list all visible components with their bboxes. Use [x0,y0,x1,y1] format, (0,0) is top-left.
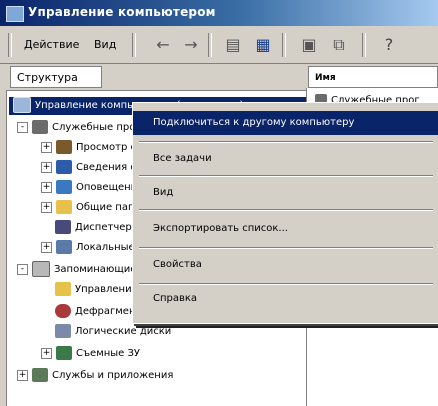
forward-icon[interactable]: → [182,36,200,54]
menu-separator [139,209,433,211]
tree-item-services-apps[interactable]: + Службы и приложения [17,367,173,385]
folder-icon [56,200,72,214]
menu-separator [139,247,433,249]
folder-icon [55,282,71,296]
removable-storage-icon [56,346,72,360]
tools-icon [32,120,48,134]
window-title: Управление компьютером [28,5,216,19]
back-icon[interactable]: ← [154,36,172,54]
expand-icon[interactable]: + [41,241,52,253]
app-icon [6,6,24,22]
collapse-icon[interactable]: - [17,121,28,133]
tree-item-label: Съемные ЗУ [76,348,141,359]
context-menu: Подключиться к другому компьютеру Все за… [132,102,438,324]
menu-item-view[interactable]: Вид [133,181,438,205]
toolbar: Действие Вид ← → ▤ ▦ ▣ ⧉ ? [0,27,438,64]
menu-item-properties[interactable]: Свойства [133,253,438,277]
menu-item-all-tasks[interactable]: Все задачи [133,147,438,171]
expand-icon[interactable]: + [41,161,52,173]
menu-item-connect-other-computer[interactable]: Подключиться к другому компьютеру [133,111,438,135]
title-bar[interactable]: Управление компьютером [0,0,438,26]
up-icon[interactable]: ▤ [224,36,242,54]
users-icon [56,240,72,254]
tree-item-logical-drives[interactable]: Логические диски [55,323,171,341]
toolbar-separator [132,33,136,57]
view-menu[interactable]: Вид [94,33,116,57]
defrag-icon [55,304,71,318]
column-header-name[interactable]: Имя [308,66,438,88]
event-viewer-icon [56,140,72,154]
services-icon [32,368,48,382]
tree-item-removable-storage[interactable]: + Съемные ЗУ [41,345,140,363]
menu-separator [139,283,433,285]
toolbar-separator [282,33,286,57]
collapse-icon[interactable]: - [17,263,28,275]
expand-icon[interactable]: + [41,141,52,153]
toolbar-grip [8,33,12,57]
export-icon[interactable]: ⧉ [330,36,348,54]
storage-icon [32,261,50,277]
tree-item-label: Службы и приложения [52,370,174,381]
expand-icon[interactable]: + [41,201,52,213]
help-icon[interactable]: ? [380,36,398,54]
device-manager-icon [55,220,71,234]
toolbar-separator [208,33,212,57]
expand-icon[interactable]: + [17,369,28,381]
tab-structure[interactable]: Структура [10,66,102,88]
computer-icon [13,97,31,113]
computer-management-window: Управление компьютером Действие Вид ← → … [0,0,438,406]
tree-item-label: Логические диски [75,326,172,337]
drive-icon [55,324,71,338]
expand-icon[interactable]: + [41,181,52,193]
console-icon[interactable]: ▦ [254,36,272,54]
alerts-icon [56,180,72,194]
system-info-icon [56,160,72,174]
toolbar-separator [362,33,366,57]
properties-icon[interactable]: ▣ [300,36,318,54]
menu-separator [139,141,433,143]
action-menu[interactable]: Действие [24,33,79,57]
menu-item-export-list[interactable]: Экспортировать список... [133,217,438,241]
menu-separator [139,175,433,177]
menu-item-help[interactable]: Справка [133,287,438,311]
expand-icon[interactable]: + [41,347,52,359]
